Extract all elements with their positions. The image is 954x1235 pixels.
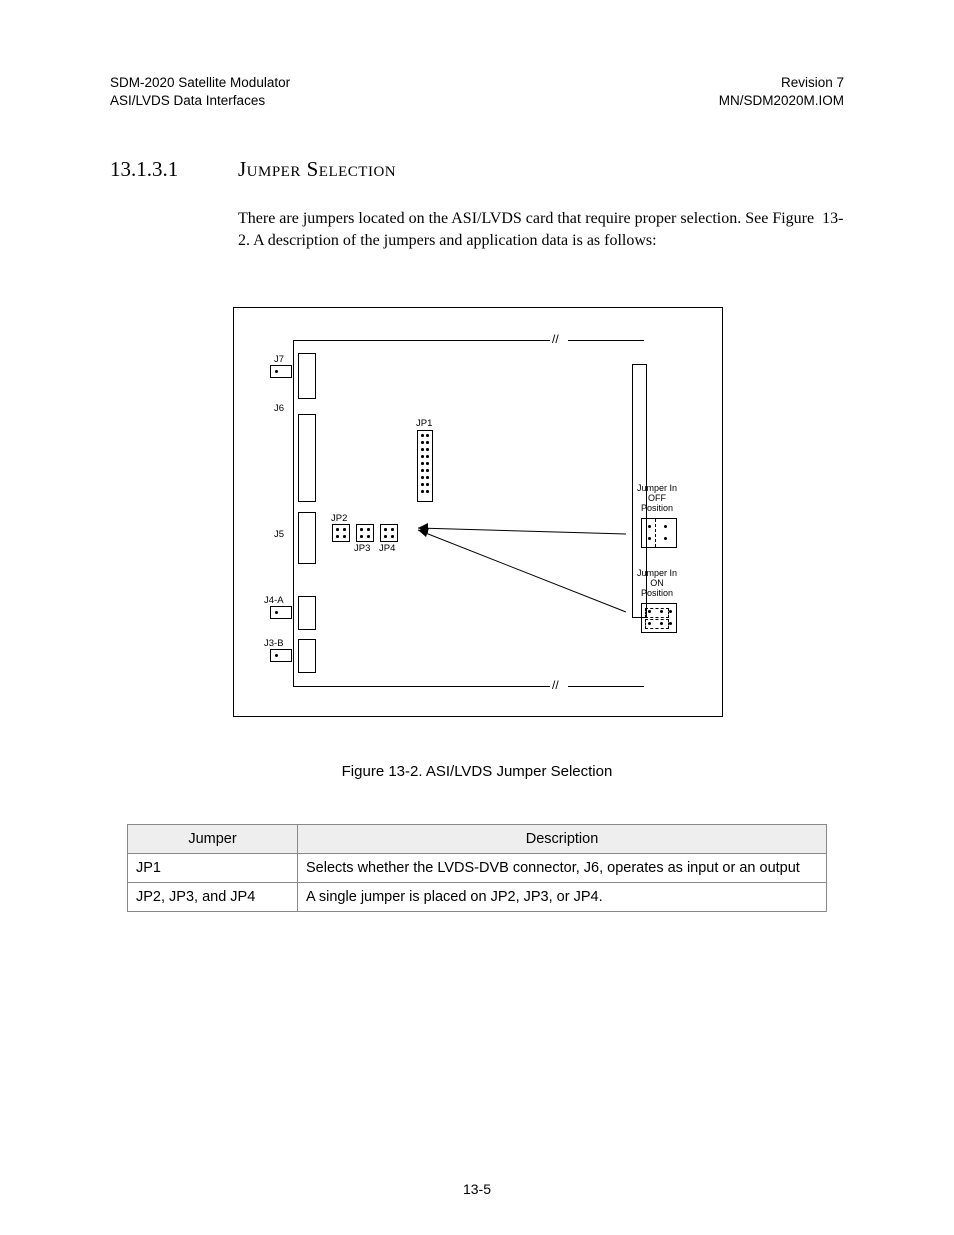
label-j4a: J4-A — [264, 596, 284, 606]
label-j3b: J3-B — [264, 639, 284, 649]
page-number: 13-5 — [0, 1181, 954, 1197]
jp1-icon — [417, 430, 433, 502]
table-row: JP2, JP3, and JP4 A single jumper is pla… — [128, 883, 827, 912]
label-jp4: JP4 — [379, 544, 395, 554]
label-on-2: ON — [650, 578, 664, 588]
cell-jumper: JP1 — [128, 854, 298, 883]
jumper-off-icon — [641, 518, 677, 548]
header-right-2: MN/SDM2020M.IOM — [719, 92, 844, 110]
table-header-row: Jumper Description — [128, 825, 827, 854]
section-title: Jumper Selection — [238, 157, 396, 182]
header-left-2: ASI/LVDS Data Interfaces — [110, 92, 290, 110]
figure-caption: Figure 13-2. ASI/LVDS Jumper Selection — [233, 763, 721, 780]
jp4-icon — [380, 524, 398, 542]
label-jp3: JP3 — [354, 544, 370, 554]
label-off-2: OFF — [648, 493, 666, 503]
label-on-1: Jumper In — [637, 568, 677, 578]
jumper-on-icon — [641, 603, 677, 633]
label-jp2: JP2 — [331, 514, 347, 524]
cell-desc: Selects whether the LVDS-DVB connector, … — [298, 854, 827, 883]
jp3-icon — [356, 524, 374, 542]
label-j6: J6 — [274, 404, 284, 414]
table-row: JP1 Selects whether the LVDS-DVB connect… — [128, 854, 827, 883]
label-on-3: Position — [641, 588, 673, 598]
section-number: 13.1.3.1 — [110, 157, 238, 182]
th-jumper: Jumper — [128, 825, 298, 854]
label-jp1: JP1 — [416, 419, 432, 429]
label-j7: J7 — [274, 355, 284, 365]
header-left-1: SDM-2020 Satellite Modulator — [110, 74, 290, 92]
cell-desc: A single jumper is placed on JP2, JP3, o… — [298, 883, 827, 912]
label-off-1: Jumper In — [637, 483, 677, 493]
label-j5: J5 — [274, 530, 284, 540]
th-desc: Description — [298, 825, 827, 854]
jp2-icon — [332, 524, 350, 542]
header-right-1: Revision 7 — [719, 74, 844, 92]
body-paragraph: There are jumpers located on the ASI/LVD… — [238, 208, 844, 251]
jumper-table: Jumper Description JP1 Selects whether t… — [127, 824, 827, 912]
figure-diagram: // // J7 J6 JP1 — [233, 307, 723, 717]
label-off-3: Position — [641, 503, 673, 513]
cell-jumper: JP2, JP3, and JP4 — [128, 883, 298, 912]
